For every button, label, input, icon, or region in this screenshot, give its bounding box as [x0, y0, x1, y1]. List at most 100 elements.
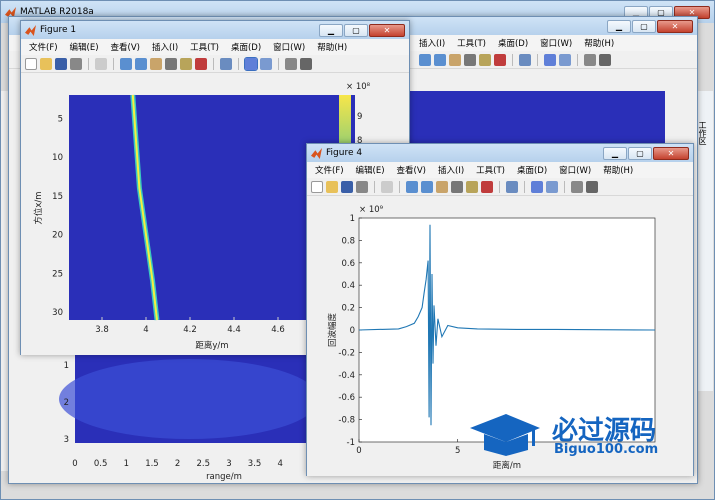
new-figure-icon[interactable] [25, 57, 37, 70]
fig1-menu-help[interactable]: 帮助(H) [317, 41, 347, 53]
fig4-menu-file[interactable]: 文件(F) [315, 164, 344, 176]
open-icon[interactable] [40, 57, 52, 70]
fig1-menu-insert[interactable]: 插入(I) [152, 41, 178, 53]
bg-menu-help[interactable]: 帮助(H) [584, 37, 614, 49]
fig1-toolbar [21, 55, 409, 73]
bg-x-tick-label: 4 [278, 459, 283, 469]
fig1-x-axis-label: 距离y/m [195, 340, 228, 351]
fig4-y-tick-label: -0.8 [338, 416, 355, 426]
fig1-maximize-button[interactable]: ▢ [344, 23, 368, 37]
link-icon[interactable] [519, 53, 531, 66]
bg-x-tick-label: 1.5 [145, 459, 159, 469]
fig4-menu-view[interactable]: 查看(V) [397, 164, 426, 176]
fig4-menu-window[interactable]: 窗口(W) [559, 164, 591, 176]
rotate-icon[interactable] [165, 57, 177, 70]
datacursor-icon[interactable] [180, 57, 192, 70]
bg-x-tick-label: 3 [226, 459, 231, 469]
hide-tools-icon[interactable] [285, 57, 297, 70]
print-icon[interactable] [70, 57, 82, 70]
link-icon[interactable] [220, 57, 232, 70]
bg-x-tick-label: 2.5 [196, 459, 210, 469]
dock-icon[interactable] [599, 53, 611, 66]
fig4-maximize-button[interactable]: ▢ [628, 146, 652, 160]
colorbar-icon[interactable] [244, 56, 258, 71]
pointer-icon[interactable] [95, 57, 107, 70]
fig1-menu-window[interactable]: 窗口(W) [273, 41, 305, 53]
pointer-icon[interactable] [381, 180, 393, 193]
fig1-y-tick-label: 5 [58, 114, 63, 124]
fig1-y-tick-label: 10 [52, 153, 63, 163]
fig4-menu-insert[interactable]: 插入(I) [438, 164, 464, 176]
fig1-menu-tools[interactable]: 工具(T) [190, 41, 219, 53]
bg-maximize-button[interactable]: ▢ [632, 19, 656, 33]
fig4-y-tick-label: -0.4 [338, 371, 355, 381]
legend-icon[interactable] [546, 180, 558, 193]
fig1-x-tick-label: 4.4 [227, 325, 241, 335]
bg-menu-desktop[interactable]: 桌面(D) [498, 37, 528, 49]
hide-tools-icon[interactable] [584, 53, 596, 66]
datacursor-icon[interactable] [479, 53, 491, 66]
fig1-y-axis-label: 方位x/m [33, 191, 44, 224]
rotate-icon[interactable] [464, 53, 476, 66]
colorbar-icon[interactable] [544, 53, 556, 66]
fig4-y-tick-label: 0.8 [341, 236, 355, 246]
link-icon[interactable] [506, 180, 518, 193]
zoom-out-icon[interactable] [434, 53, 446, 66]
save-icon[interactable] [55, 57, 67, 70]
bg-menu-window[interactable]: 窗口(W) [540, 37, 572, 49]
graduation-cap-icon [470, 414, 540, 456]
fig4-menu-edit[interactable]: 编辑(E) [356, 164, 385, 176]
figure4-titlebar: Figure 4 ▁ ▢ ✕ [307, 144, 693, 162]
zoom-in-icon[interactable] [419, 53, 431, 66]
fig1-menubar: 文件(F) 编辑(E) 查看(V) 插入(I) 工具(T) 桌面(D) 窗口(W… [21, 39, 409, 55]
colorbar-icon[interactable] [531, 180, 543, 193]
new-figure-icon[interactable] [311, 180, 323, 193]
open-icon[interactable] [326, 180, 338, 193]
bg-y-tick-label: 2 [64, 398, 69, 408]
brush-icon[interactable] [494, 53, 506, 66]
fig4-menu-help[interactable]: 帮助(H) [603, 164, 633, 176]
fig4-y-tick-label: -0.2 [338, 348, 355, 358]
zoom-in-icon[interactable] [406, 180, 418, 193]
dock-icon[interactable] [586, 180, 598, 193]
pan-icon[interactable] [436, 180, 448, 193]
save-icon[interactable] [341, 180, 353, 193]
fig1-y-tick-label: 25 [52, 269, 63, 279]
fig1-menu-view[interactable]: 查看(V) [111, 41, 140, 53]
fig1-x-tick-label: 3.8 [95, 325, 109, 335]
brush-icon[interactable] [195, 57, 207, 70]
bg-menu-tools[interactable]: 工具(T) [457, 37, 486, 49]
workspace-panel-label: 工作区 [698, 121, 707, 145]
pan-icon[interactable] [150, 57, 162, 70]
fig4-menubar: 文件(F) 编辑(E) 查看(V) 插入(I) 工具(T) 桌面(D) 窗口(W… [307, 162, 693, 178]
figure1-titlebar: Figure 1 ▁ ▢ ✕ [21, 21, 409, 39]
bg-close-button[interactable]: ✕ [657, 19, 693, 33]
pan-icon[interactable] [449, 53, 461, 66]
fig4-y-tick-label: 0 [350, 326, 355, 336]
bg-menu-insert[interactable]: 插入(I) [419, 37, 445, 49]
brush-icon[interactable] [481, 180, 493, 193]
bg-minimize-button[interactable]: ▁ [607, 19, 631, 33]
fig1-menu-desktop[interactable]: 桌面(D) [231, 41, 261, 53]
dock-icon[interactable] [300, 57, 312, 70]
print-icon[interactable] [356, 180, 368, 193]
legend-icon[interactable] [260, 57, 272, 70]
fig4-menu-tools[interactable]: 工具(T) [476, 164, 505, 176]
fig4-close-button[interactable]: ✕ [653, 146, 689, 160]
fig4-minimize-button[interactable]: ▁ [603, 146, 627, 160]
fig1-x-tick-label: 4.2 [183, 325, 197, 335]
fig4-y-tick-label: 1 [350, 214, 355, 224]
rotate-icon[interactable] [451, 180, 463, 193]
hide-tools-icon[interactable] [571, 180, 583, 193]
fig1-menu-edit[interactable]: 编辑(E) [70, 41, 99, 53]
zoom-out-icon[interactable] [421, 180, 433, 193]
datacursor-icon[interactable] [466, 180, 478, 193]
zoom-out-icon[interactable] [135, 57, 147, 70]
zoom-in-icon[interactable] [120, 57, 132, 70]
fig1-close-button[interactable]: ✕ [369, 23, 405, 37]
legend-icon[interactable] [559, 53, 571, 66]
bg-y-tick-label: 1 [64, 361, 69, 371]
fig1-menu-file[interactable]: 文件(F) [29, 41, 58, 53]
fig4-menu-desktop[interactable]: 桌面(D) [517, 164, 547, 176]
fig1-minimize-button[interactable]: ▁ [319, 23, 343, 37]
